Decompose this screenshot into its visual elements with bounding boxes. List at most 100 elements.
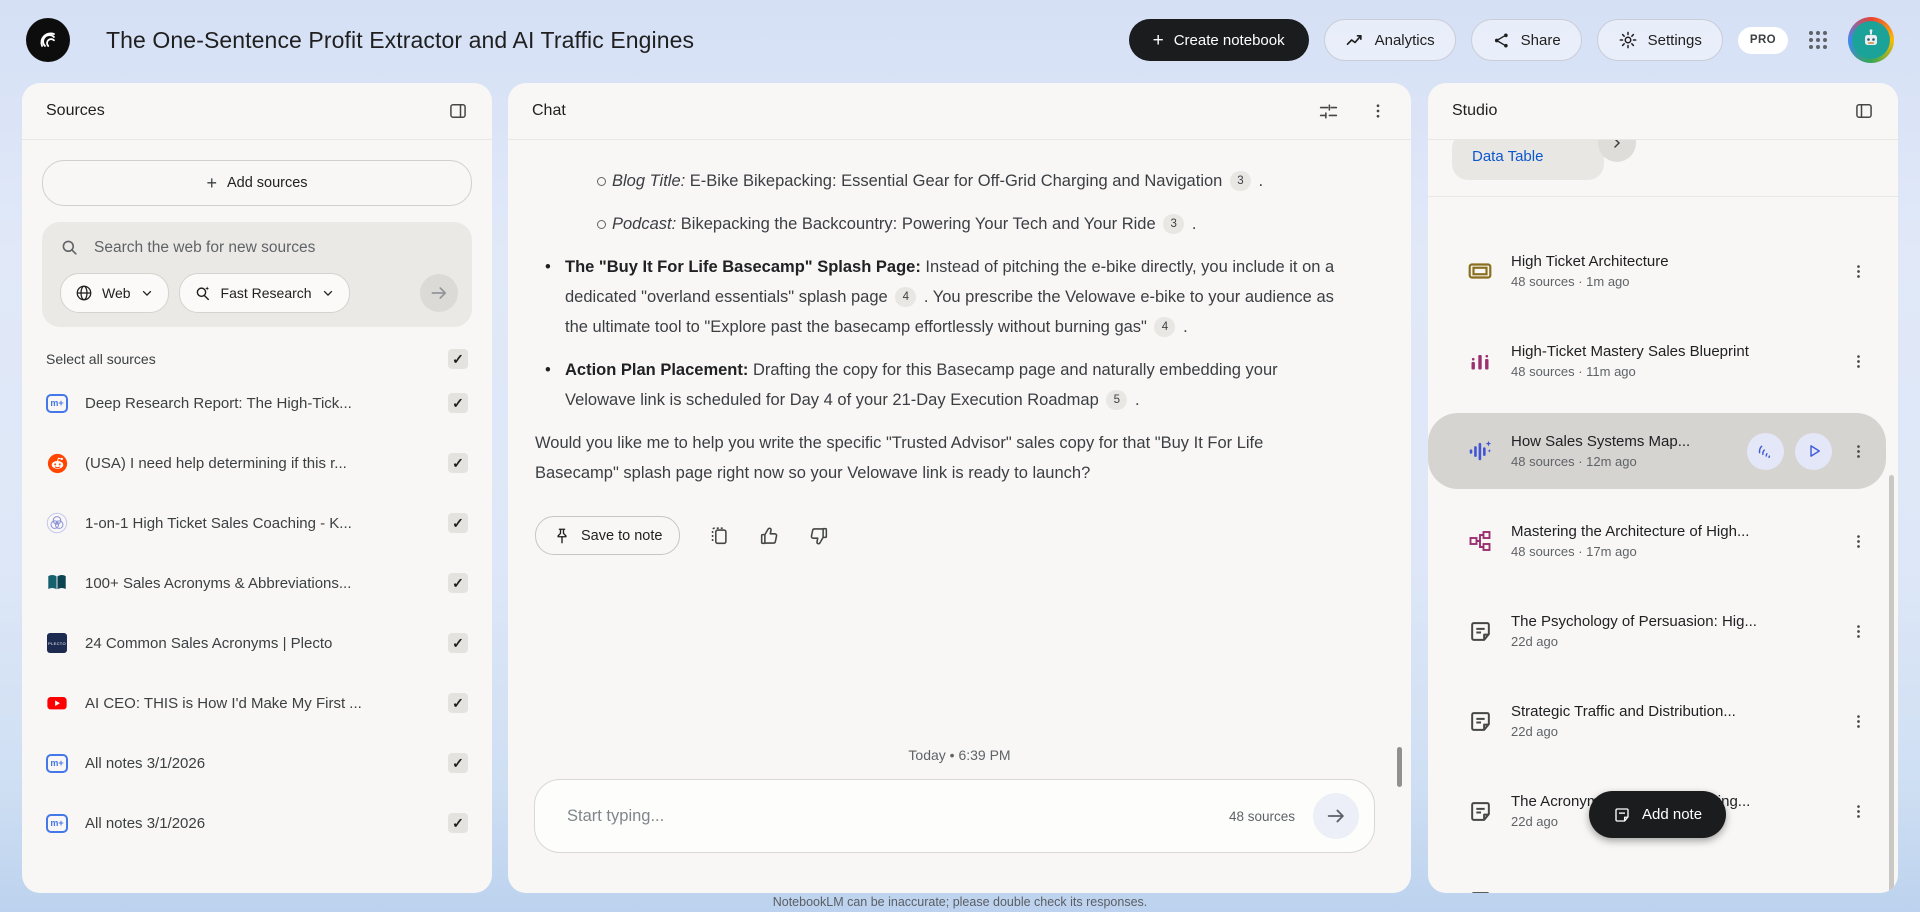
source-list-item[interactable]: m+All notes 3/1/2026✓ [22, 733, 492, 793]
studio-item-text: The Psychology of Persuasion: Hig...22d … [1511, 613, 1832, 649]
expand-panel-icon[interactable] [1854, 101, 1874, 121]
thumbs-down-icon[interactable] [808, 525, 830, 547]
studio-item-more-menu-icon[interactable] [1848, 353, 1868, 370]
save-to-note-button[interactable]: Save to note [535, 516, 680, 555]
chat-text: . [1130, 391, 1139, 409]
citation-badge[interactable]: 4 [895, 287, 916, 307]
studio-item-more-menu-icon[interactable] [1848, 893, 1868, 894]
studio-item-more-menu-icon[interactable] [1848, 803, 1868, 820]
settings-button[interactable]: Settings [1597, 19, 1723, 61]
select-all-row: Select all sources ✓ [22, 327, 492, 373]
studio-item[interactable]: Strategic Traffic and Distribution...22d… [1428, 683, 1886, 759]
google-apps-grid-icon[interactable] [1803, 25, 1833, 55]
source-title: (USA) I need help determining if this r.… [85, 455, 431, 472]
create-notebook-button[interactable]: + Create notebook [1129, 19, 1309, 61]
source-checkbox[interactable]: ✓ [448, 573, 468, 593]
chevron-right-icon[interactable] [1598, 140, 1636, 162]
add-sources-button[interactable]: + Add sources [42, 160, 472, 206]
studio-item-more-menu-icon[interactable] [1848, 533, 1868, 550]
studio-item[interactable]: Mastering the Architecture of High...48 … [1428, 503, 1886, 579]
gear-icon [1618, 30, 1638, 50]
notebooklm-note-icon: m+ [46, 752, 68, 774]
studio-scrollbar-thumb[interactable] [1889, 475, 1894, 893]
data-table-chip[interactable]: Data Table [1452, 140, 1604, 180]
citation-badge[interactable]: 5 [1106, 390, 1127, 410]
studio-scroll-area: Data Table High Ticket Architecture48 so… [1428, 140, 1898, 893]
analytics-button[interactable]: Analytics [1324, 19, 1456, 61]
interactive-mode-button[interactable] [1747, 433, 1784, 470]
play-audio-button[interactable] [1795, 433, 1832, 470]
source-list-item[interactable]: m+All notes 3/1/2026✓ [22, 793, 492, 853]
pushpin-icon [553, 527, 571, 545]
studio-item[interactable]: High-Ticket Mastery Sales Blueprint48 so… [1428, 323, 1886, 399]
tune-settings-icon[interactable] [1318, 101, 1339, 122]
venn-icon [46, 512, 68, 534]
studio-item-text: How Sales Systems Map...48 sources · 12m… [1511, 433, 1736, 469]
note-icon [1466, 709, 1494, 734]
studio-item[interactable]: The Content Creation Engine: Wee... [1428, 863, 1886, 893]
notebooklm-note-icon: m+ [46, 392, 68, 414]
source-list-item[interactable]: 100+ Sales Acronyms & Abbreviations...✓ [22, 553, 492, 613]
source-list-item[interactable]: (USA) I need help determining if this r.… [22, 433, 492, 493]
globe-icon [75, 284, 93, 302]
source-list-item[interactable]: 1-on-1 High Ticket Sales Coaching - K...… [22, 493, 492, 553]
studio-panel-header: Studio [1428, 83, 1898, 140]
chat-input-box[interactable]: Start typing... 48 sources [534, 779, 1375, 853]
studio-item-more-menu-icon[interactable] [1848, 443, 1868, 460]
source-checkbox[interactable]: ✓ [448, 393, 468, 413]
chat-text: . [1254, 172, 1263, 190]
research-mode-dropdown[interactable]: Fast Research [179, 273, 350, 313]
audio-waveform-icon [1466, 438, 1494, 464]
studio-item-title: How Sales Systems Map... [1511, 433, 1736, 450]
chat-panel: Chat Blog Title: E-Bike Bikepacking: Ess… [508, 83, 1411, 893]
source-checkbox[interactable]: ✓ [448, 813, 468, 833]
citation-badge[interactable]: 4 [1154, 317, 1175, 337]
chat-text: Podcast: [612, 215, 676, 233]
sources-panel: Sources + Add sources Search the web for… [22, 83, 492, 893]
thumbs-up-icon[interactable] [758, 525, 780, 547]
select-all-checkbox[interactable]: ✓ [448, 349, 468, 369]
share-button[interactable]: Share [1471, 19, 1582, 61]
studio-item-meta: 22d ago [1511, 724, 1832, 739]
search-input[interactable]: Search the web for new sources [60, 238, 454, 257]
studio-item-title: The Psychology of Persuasion: Hig... [1511, 613, 1832, 630]
citation-badge[interactable]: 3 [1230, 171, 1251, 191]
note-icon [1466, 889, 1494, 894]
studio-item-more-menu-icon[interactable] [1848, 623, 1868, 640]
chat-more-menu-icon[interactable] [1369, 102, 1387, 120]
source-list-item[interactable]: m+Deep Research Report: The High-Tick...… [22, 373, 492, 433]
add-note-button[interactable]: Add note [1589, 791, 1726, 838]
notebooklm-logo-icon[interactable] [26, 18, 70, 62]
studio-item-more-menu-icon[interactable] [1848, 263, 1868, 280]
source-checkbox[interactable]: ✓ [448, 633, 468, 653]
studio-item[interactable]: High Ticket Architecture48 sources · 1m … [1428, 233, 1886, 309]
source-checkbox[interactable]: ✓ [448, 453, 468, 473]
send-message-button[interactable] [1313, 793, 1359, 839]
collapse-panel-icon[interactable] [448, 101, 468, 121]
chat-scrollbar-thumb[interactable] [1397, 747, 1402, 787]
studio-item-meta: 48 sources · 11m ago [1511, 364, 1832, 379]
studio-item[interactable]: How Sales Systems Map...48 sources · 12m… [1428, 413, 1886, 489]
web-filter-dropdown[interactable]: Web [60, 273, 169, 313]
copy-icon[interactable] [708, 525, 730, 547]
source-list-item[interactable]: AI CEO: THIS is How I'd Make My First ..… [22, 673, 492, 733]
source-checkbox[interactable]: ✓ [448, 753, 468, 773]
studio-item[interactable]: The Psychology of Persuasion: Hig...22d … [1428, 593, 1886, 669]
chat-session-timestamp: Today • 6:39 PM [508, 747, 1411, 763]
search-submit-button[interactable] [420, 274, 458, 312]
source-checkbox[interactable]: ✓ [448, 513, 468, 533]
citation-badge[interactable]: 3 [1163, 214, 1184, 234]
studio-item-more-menu-icon[interactable] [1848, 713, 1868, 730]
book-icon [46, 572, 68, 594]
chat-message-block: Action Plan Placement: Drafting the copy… [535, 355, 1347, 415]
chevron-down-icon [321, 286, 335, 300]
chat-text: . [1187, 215, 1196, 233]
plus-icon: + [1153, 31, 1164, 50]
chat-text: Action Plan Placement: [565, 361, 748, 379]
source-list-item[interactable]: PLECTO24 Common Sales Acronyms | Plecto✓ [22, 613, 492, 673]
search-placeholder: Search the web for new sources [94, 239, 315, 257]
studio-item-title: Mastering the Architecture of High... [1511, 523, 1832, 540]
user-avatar[interactable] [1848, 17, 1894, 63]
data-table-chip-label: Data Table [1452, 148, 1543, 165]
source-checkbox[interactable]: ✓ [448, 693, 468, 713]
